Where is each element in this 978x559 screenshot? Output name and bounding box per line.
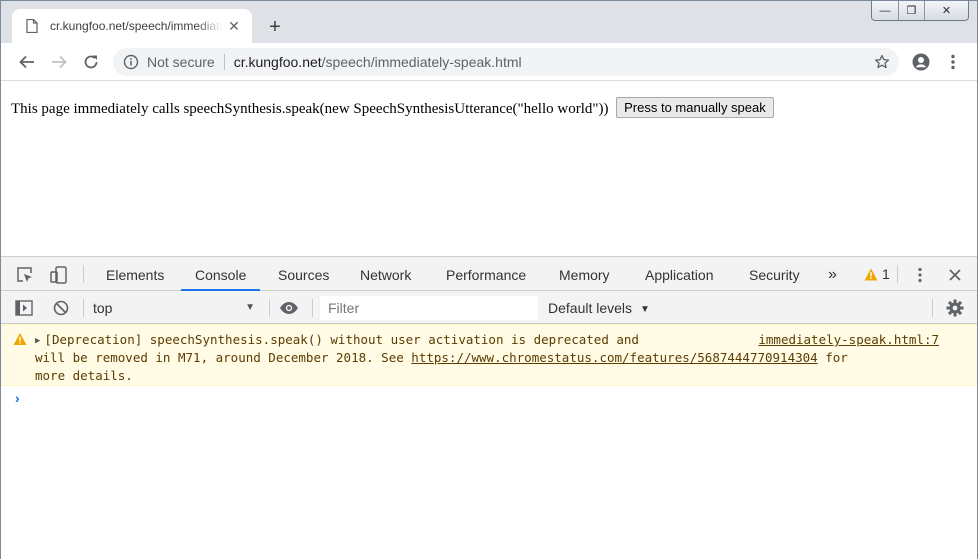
reload-icon [84,55,98,69]
dropdown-arrow-icon: ▼ [245,302,255,313]
toolbar-divider [83,299,84,317]
message-line: ▶ [Deprecation] speechSynthesis.speak() w… [35,332,639,347]
close-window-button[interactable]: ✕ [924,1,968,20]
tab-memory[interactable]: Memory [545,257,624,291]
browser-menu-button[interactable] [941,50,965,74]
manual-speak-button[interactable]: Press to manually speak [616,97,774,118]
profile-button[interactable] [909,50,933,74]
warning-icon [864,268,878,280]
document-icon [24,18,40,34]
security-label[interactable]: Not secure [147,54,215,70]
devtools-tab-bar: Elements Console Sources Network Perform… [1,257,977,291]
account-icon [912,53,930,71]
browser-tab[interactable]: cr.kungfoo.net/speech/immediately-speak.… [12,9,252,43]
reload-button[interactable] [79,50,103,74]
inspect-element-icon[interactable] [15,265,35,285]
address-bar[interactable]: Not secure cr.kungfoo.net/speech/immedia… [113,48,899,76]
toolbar-divider [83,265,84,283]
tab-security[interactable]: Security [735,257,814,291]
info-icon[interactable] [123,54,139,70]
gear-icon[interactable] [945,298,965,318]
window-controls: — ❐ ✕ [871,1,969,21]
tab-elements[interactable]: Elements [92,257,178,291]
devtools-panel: Elements Console Sources Network Perform… [1,256,977,559]
bookmark-star-icon[interactable] [873,53,891,71]
forward-button[interactable] [47,50,71,74]
more-vertical-icon [951,54,955,70]
toolbar-divider [312,299,313,317]
clear-console-icon[interactable] [51,298,71,318]
console-toolbar: top ▼ Default levels ▼ [1,291,977,324]
devtools-menu-button[interactable] [910,265,930,285]
warning-counter[interactable]: 1 [864,266,890,282]
omnibox-divider [223,54,225,70]
context-selector[interactable]: top ▼ [93,297,261,319]
close-icon [949,269,961,281]
message-line: will be removed in M71, around December … [35,350,848,365]
more-vertical-icon [918,267,922,283]
browser-toolbar: Not secure cr.kungfoo.net/speech/immedia… [1,43,977,81]
toolbar-divider [897,265,898,283]
restore-button[interactable]: ❐ [898,1,924,20]
message-text: for [817,350,848,365]
message-text: will be removed in M71, around December … [35,350,412,365]
tab-sources[interactable]: Sources [264,257,343,291]
arrow-right-icon [52,55,67,69]
browser-window: cr.kungfoo.net/speech/immediately-speak.… [0,0,978,559]
warning-count: 1 [882,266,890,282]
expand-triangle-icon[interactable]: ▶ [35,336,40,346]
message-line: more details. [35,368,133,383]
page-content: This page immediately calls speechSynthe… [1,82,977,256]
new-tab-button[interactable]: + [263,15,287,39]
message-text: [Deprecation] speechSynthesis.speak() wi… [44,332,639,347]
tab-console[interactable]: Console [181,257,261,291]
console-prompt-icon[interactable]: › [15,390,20,406]
filter-input[interactable] [320,296,538,320]
chromestatus-link[interactable]: https://www.chromestatus.com/features/56… [411,350,817,365]
tab-title: cr.kungfoo.net/speech/immediately-speak.… [50,19,222,33]
source-link[interactable]: immediately-speak.html:7 [758,332,939,347]
context-value: top [93,300,113,316]
back-button[interactable] [15,50,39,74]
dropdown-arrow-icon: ▼ [639,304,650,315]
warning-icon [13,333,27,345]
url-text[interactable]: cr.kungfoo.net/speech/immediately-speak.… [234,54,522,70]
tab-network[interactable]: Network [346,257,425,291]
toolbar-divider [932,299,933,317]
tab-strip: cr.kungfoo.net/speech/immediately-speak.… [1,1,977,43]
tab-performance[interactable]: Performance [432,257,540,291]
url-path: /speech/immediately-speak.html [321,54,522,70]
log-levels-dropdown[interactable]: Default levels ▼ [548,297,650,321]
levels-label: Default levels [548,300,633,316]
url-host: cr.kungfoo.net [233,54,322,70]
minimize-button[interactable]: — [872,1,898,20]
eye-icon[interactable] [279,298,299,318]
console-output: ▶ [Deprecation] speechSynthesis.speak() w… [1,324,977,559]
more-tabs-button[interactable]: » [814,257,851,291]
toolbar-divider [269,299,270,317]
tab-application[interactable]: Application [631,257,728,291]
close-devtools-button[interactable] [945,265,965,285]
sidebar-toggle-icon[interactable] [14,298,34,318]
page-description: This page immediately calls speechSynthe… [11,101,609,117]
console-warning-message: ▶ [Deprecation] speechSynthesis.speak() w… [1,324,977,386]
arrow-left-icon [19,55,34,69]
tab-close-icon[interactable]: ✕ [226,18,242,34]
device-toolbar-icon[interactable] [49,265,69,285]
